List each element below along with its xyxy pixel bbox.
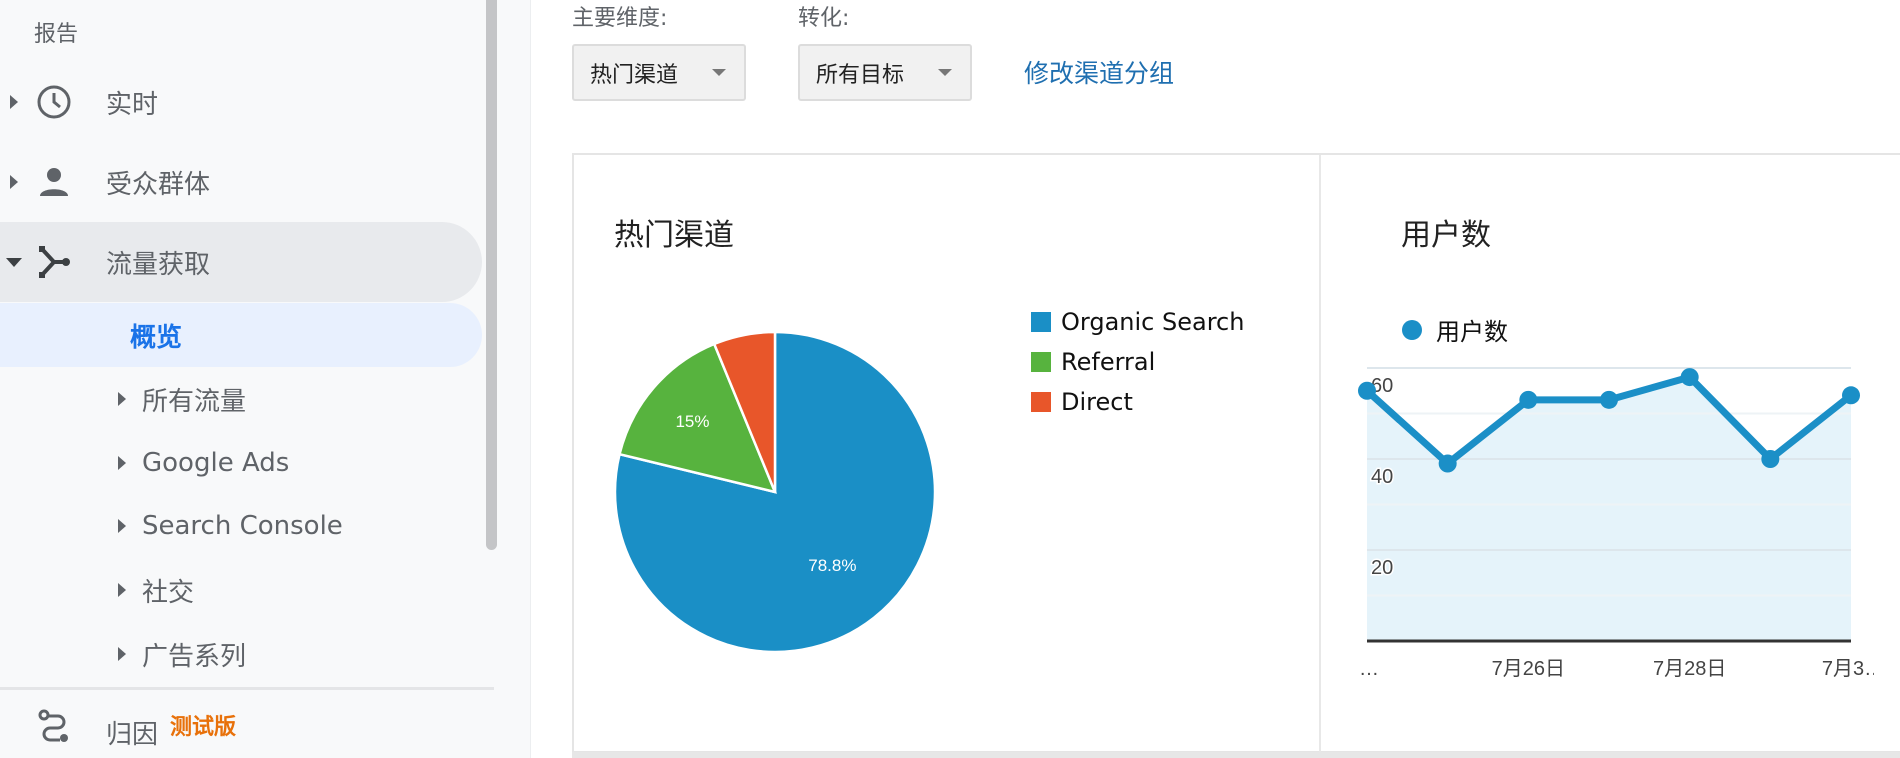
legend-label: Organic Search bbox=[1061, 308, 1245, 336]
sidebar-subitem-label: Google Ads bbox=[142, 448, 290, 478]
legend-item-referral: Referral bbox=[1031, 348, 1155, 376]
sidebar-scrollbar[interactable] bbox=[486, 0, 497, 550]
legend-item-direct: Direct bbox=[1031, 388, 1133, 416]
data-point bbox=[1600, 390, 1618, 409]
sidebar-item-audience[interactable]: 受众群体 bbox=[0, 143, 482, 221]
sidebar-subitem-label: 社交 bbox=[142, 577, 195, 608]
sidebar-subitem-all-traffic[interactable]: 所有流量 bbox=[0, 367, 482, 431]
sidebar-item-attribution[interactable]: 归因 bbox=[0, 692, 482, 758]
caret-right-icon[interactable] bbox=[10, 95, 18, 109]
sidebar-subitem-label: Search Console bbox=[142, 511, 343, 541]
sidebar-item-label: 受众群体 bbox=[106, 169, 211, 200]
sidebar-item-label: 流量获取 bbox=[106, 249, 211, 280]
legend-swatch bbox=[1031, 352, 1051, 372]
x-tick-label: 7月26日 bbox=[1492, 658, 1565, 680]
y-tick-label: 20 bbox=[1371, 557, 1393, 579]
sidebar: 报告 实时 受众群体 流量获取 概览 所有流量 Google Ads Searc… bbox=[0, 0, 531, 758]
legend-label: Referral bbox=[1061, 348, 1156, 376]
sidebar-subitem-label: 所有流量 bbox=[142, 386, 247, 417]
sidebar-divider bbox=[0, 687, 494, 690]
data-point bbox=[1842, 386, 1860, 405]
caret-down-icon[interactable] bbox=[6, 257, 22, 267]
beta-badge: 测试版 bbox=[170, 715, 237, 740]
sidebar-item-realtime[interactable]: 实时 bbox=[0, 63, 482, 141]
overview-card: 热门渠道 78.8% 15% Organic Search Referral Di… bbox=[572, 153, 1900, 755]
attribution-icon bbox=[36, 707, 72, 743]
sidebar-subitem-label: 广告系列 bbox=[142, 641, 247, 672]
pie-data-label: 15% bbox=[675, 412, 709, 431]
sidebar-subitem-campaigns[interactable]: 广告系列 bbox=[0, 622, 482, 686]
caret-right-icon[interactable] bbox=[118, 583, 126, 597]
data-point bbox=[1358, 381, 1376, 400]
data-point bbox=[1519, 390, 1538, 409]
caret-right-icon[interactable] bbox=[118, 456, 126, 470]
person-icon bbox=[36, 164, 72, 200]
sidebar-subitem-overview[interactable]: 概览 bbox=[0, 303, 482, 367]
conversion-dropdown[interactable]: 所有目标 bbox=[798, 44, 972, 101]
users-line-chart: 604020…7月26日7月28日7月3… bbox=[1358, 367, 1874, 680]
pie-data-label: 78.8% bbox=[808, 556, 856, 575]
main-content: 主要维度: 转化: 热门渠道 所有目标 修改渠道分组 热门渠道 78.8% 15%… bbox=[531, 0, 1900, 758]
chevron-down-icon bbox=[712, 69, 726, 76]
users-area-fill bbox=[1367, 377, 1851, 641]
x-tick-label: … bbox=[1359, 658, 1379, 680]
primary-dimension-dropdown[interactable]: 热门渠道 bbox=[572, 44, 746, 101]
chevron-down-icon bbox=[938, 69, 952, 76]
section-label-reports: 报告 bbox=[34, 22, 79, 47]
conversion-label: 转化: bbox=[798, 6, 850, 31]
sidebar-subitem-google-ads[interactable]: Google Ads bbox=[0, 431, 482, 495]
legend-label: Direct bbox=[1061, 388, 1133, 416]
sidebar-subitem-search-console[interactable]: Search Console bbox=[0, 494, 482, 558]
users-chart-title: 用户数 bbox=[1401, 218, 1491, 253]
legend-swatch bbox=[1031, 392, 1051, 412]
y-tick-label: 40 bbox=[1371, 466, 1393, 488]
pie-chart: 78.8% 15% bbox=[613, 330, 937, 654]
edit-channel-grouping-link[interactable]: 修改渠道分组 bbox=[1024, 54, 1174, 90]
sidebar-item-label: 归因 bbox=[106, 720, 159, 750]
caret-right-icon[interactable] bbox=[118, 647, 126, 661]
x-tick-label: 7月28日 bbox=[1653, 658, 1726, 680]
data-point bbox=[1438, 454, 1457, 473]
acquisition-icon bbox=[36, 244, 72, 280]
clock-icon bbox=[36, 84, 72, 120]
sidebar-item-label: 实时 bbox=[106, 89, 159, 120]
dropdown-value: 热门渠道 bbox=[590, 62, 679, 88]
legend-item-organic: Organic Search bbox=[1031, 308, 1244, 336]
primary-dimension-label: 主要维度: bbox=[572, 6, 668, 31]
sidebar-item-acquisition[interactable]: 流量获取 bbox=[0, 222, 482, 302]
card-divider bbox=[1319, 155, 1321, 755]
sidebar-subitem-social[interactable]: 社交 bbox=[0, 558, 482, 622]
card-bottom-border bbox=[572, 752, 1900, 758]
data-point bbox=[1680, 368, 1699, 387]
caret-right-icon[interactable] bbox=[10, 175, 18, 189]
dropdown-value: 所有目标 bbox=[816, 62, 905, 88]
caret-right-icon[interactable] bbox=[118, 519, 126, 533]
data-point bbox=[1761, 450, 1780, 468]
legend-swatch bbox=[1031, 312, 1051, 332]
sidebar-subitem-label: 概览 bbox=[130, 322, 183, 353]
caret-right-icon[interactable] bbox=[118, 392, 126, 406]
x-tick-label: 7月3… bbox=[1822, 658, 1874, 680]
pie-chart-title: 热门渠道 bbox=[614, 218, 734, 253]
